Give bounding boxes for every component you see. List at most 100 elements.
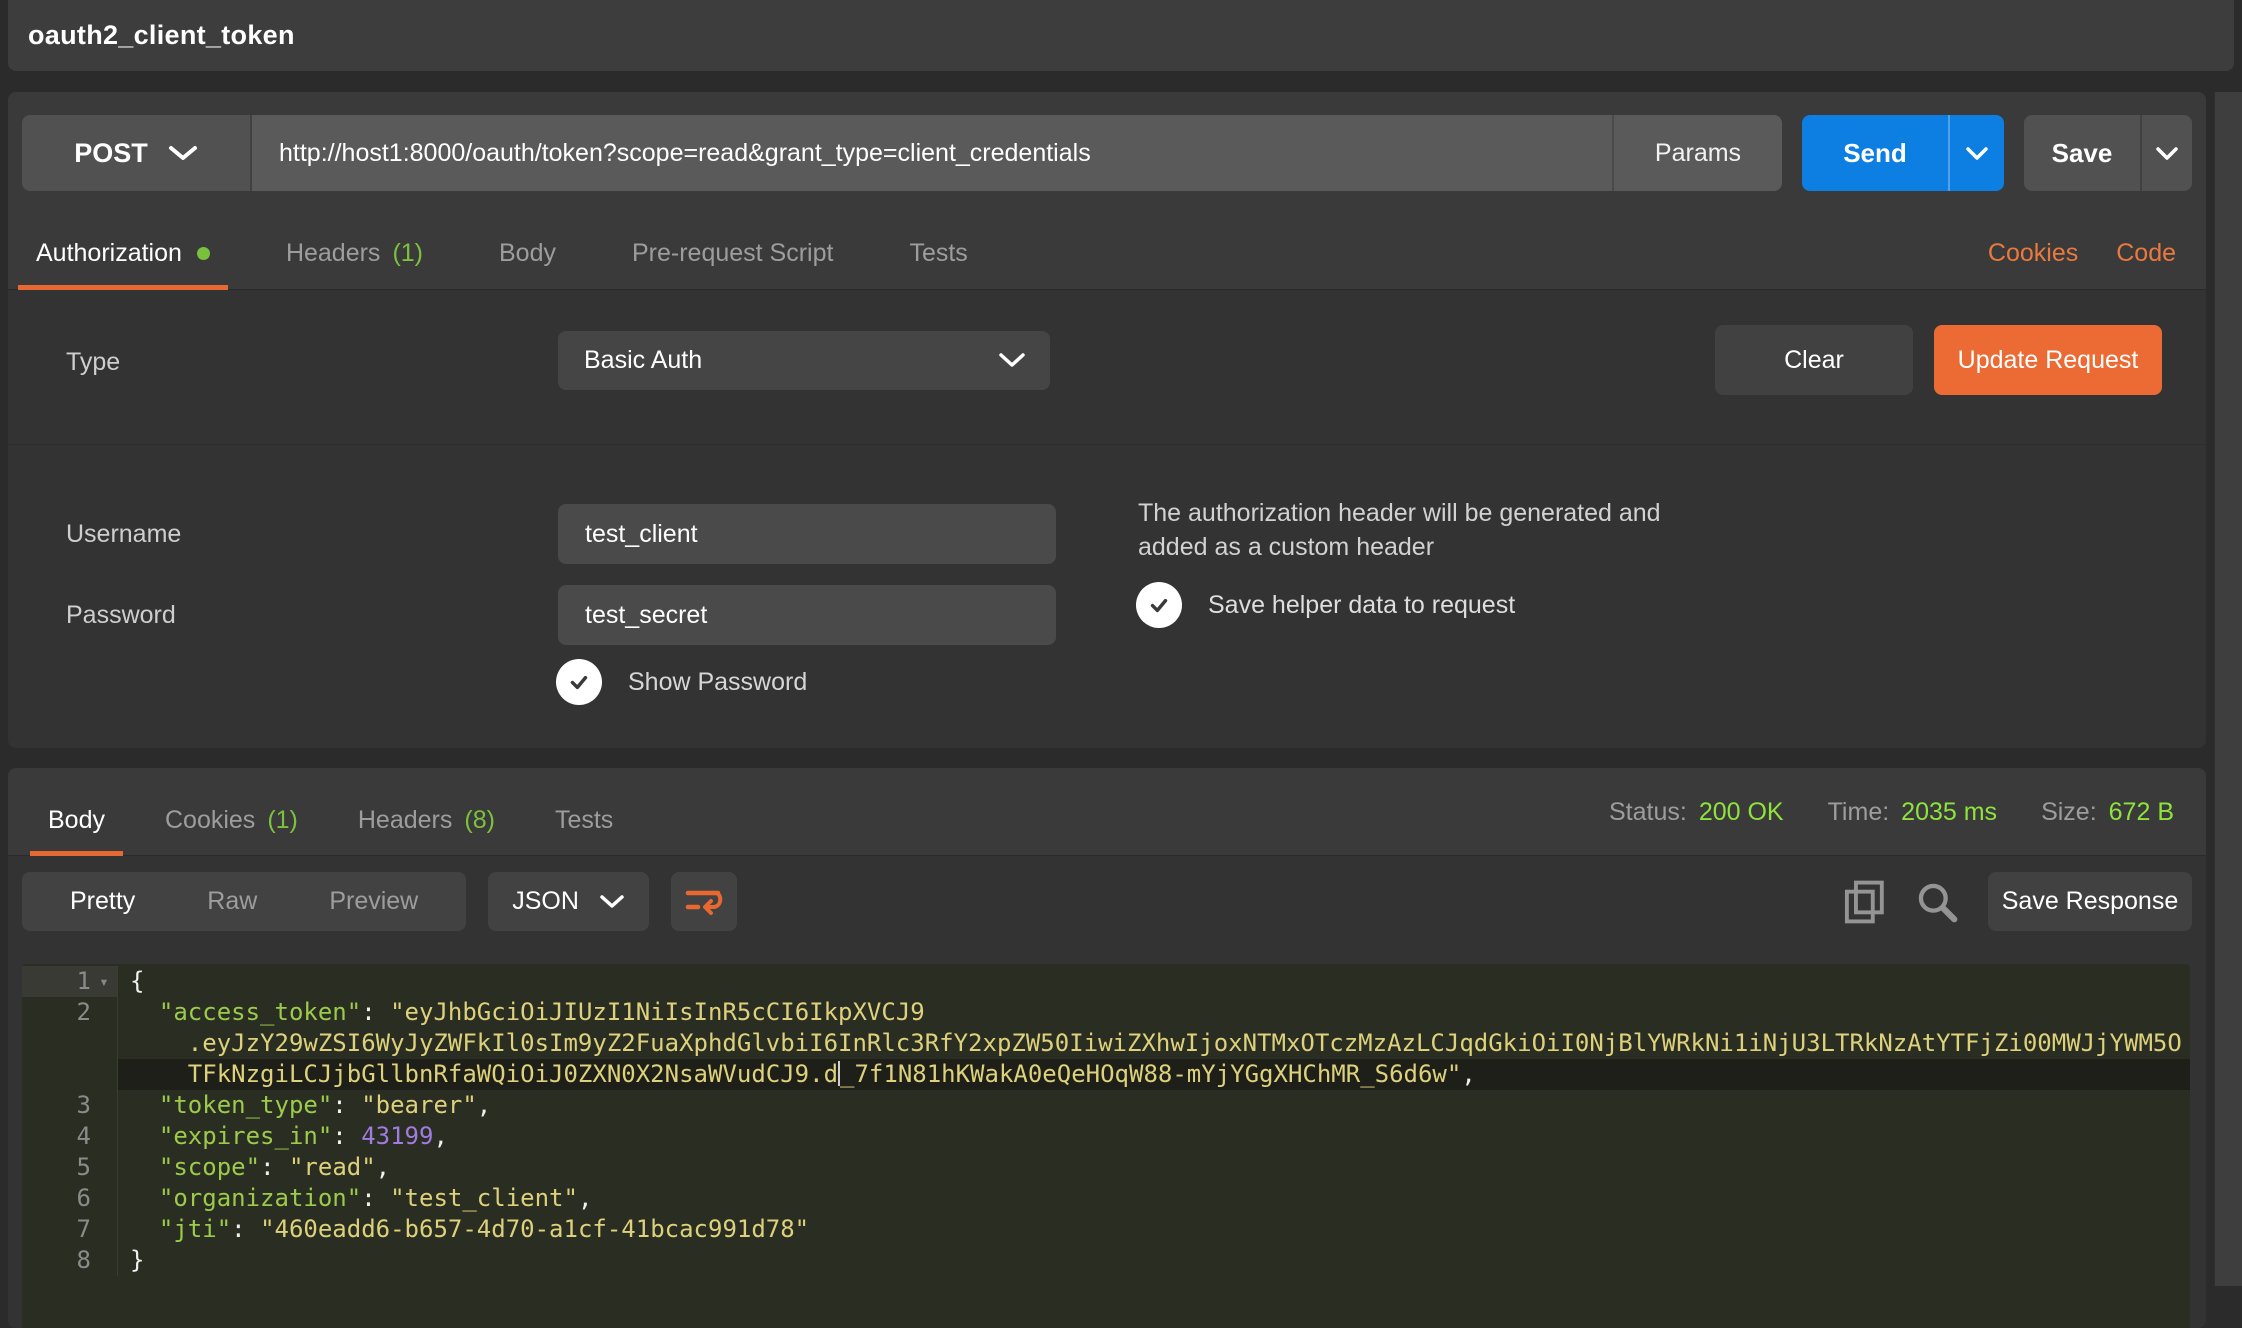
page-scrollbar[interactable] (2214, 92, 2242, 1286)
send-options-button[interactable] (1948, 115, 2004, 191)
code-text[interactable]: { (118, 966, 2190, 997)
tab-label: Cookies (165, 806, 255, 835)
chevron-down-icon (599, 894, 625, 910)
tab-label: Headers (286, 239, 381, 268)
save-options-button[interactable] (2140, 115, 2192, 191)
response-time: Time:2035 ms (1828, 798, 1997, 827)
code-token: "460eadd6-b657-4d70-a1cf-41bcac991d78" (260, 1215, 809, 1243)
save-helper-row: Save helper data to request (1136, 582, 1515, 628)
mode-pretty[interactable]: Pretty (34, 887, 171, 916)
response-status-value: 200 OK (1699, 798, 1784, 827)
url-input[interactable] (252, 138, 1612, 169)
code-text[interactable]: .eyJzY29wZSI6WyJyZWFkIl0sIm9yZ2FuaXphdGl… (118, 1028, 2190, 1059)
line-number-gutter: 2 (22, 997, 118, 1028)
section-divider (8, 444, 2206, 445)
tab-label: Tests (555, 806, 613, 835)
code-token: _7f1N81hKWakA0eQeHOqW88-mYjYGgXHChMR_S6d… (840, 1060, 1461, 1088)
format-dropdown[interactable]: JSON (488, 872, 649, 931)
code-link[interactable]: Code (2116, 239, 2176, 268)
code-text[interactable]: "expires_in": 43199, (118, 1121, 2190, 1152)
line-number: 6 (77, 1183, 91, 1214)
show-password-label: Show Password (628, 668, 807, 697)
save-helper-checkbox[interactable] (1136, 582, 1182, 628)
username-label: Username (66, 520, 181, 549)
code-text[interactable]: "token_type": "bearer", (118, 1090, 2190, 1121)
update-request-button[interactable]: Update Request (1934, 325, 2162, 395)
code-line: TFkNzgiLCJjbGllbnRfaWQiOiJ0ZXN0X2NsaWVud… (22, 1059, 2190, 1090)
fold-caret-icon[interactable]: ▾ (91, 966, 117, 997)
check-icon (566, 669, 592, 695)
response-meta: Status:200 OK Time:2035 ms Size: 672 B (1609, 768, 2174, 856)
save-response-button[interactable]: Save Response (1988, 872, 2192, 931)
tab-body[interactable]: Body (38, 785, 115, 855)
code-token: "test_client" (390, 1184, 578, 1212)
response-top: Body Cookies(1) Headers(8) Tests Status:200… (8, 768, 2206, 856)
code-token: , (433, 1122, 447, 1150)
search-button[interactable] (1916, 881, 1958, 923)
method-label: POST (74, 138, 148, 169)
line-number-gutter: 7 (22, 1214, 118, 1245)
line-number: 3 (77, 1090, 91, 1121)
method-dropdown[interactable]: POST (22, 115, 252, 191)
password-field-wrap (558, 585, 1056, 645)
code-text[interactable]: "organization": "test_client", (118, 1183, 2190, 1214)
params-button[interactable]: Params (1612, 115, 1782, 191)
response-size-label: Size: (2041, 798, 2097, 827)
line-number-gutter (22, 1059, 118, 1090)
request-links: Cookies Code (1988, 217, 2206, 289)
tab-count-badge: (1) (392, 239, 423, 268)
tab-headers[interactable]: Headers (1) (276, 217, 433, 289)
response-time-value: 2035 ms (1901, 798, 1997, 827)
tab-pre-request-script[interactable]: Pre-request Script (622, 217, 843, 289)
code-token: : (260, 1153, 289, 1181)
response-size: Size: 672 B (2041, 798, 2174, 827)
copy-button[interactable] (1844, 880, 1886, 924)
code-text[interactable]: "jti": "460eadd6-b657-4d70-a1cf-41bcac99… (118, 1214, 2190, 1245)
auth-type-dropdown[interactable]: Basic Auth (558, 331, 1050, 390)
code-token (130, 1091, 159, 1119)
tab-label: Body (499, 239, 556, 268)
response-status: Status:200 OK (1609, 798, 1784, 827)
code-line: 2 "access_token": "eyJhbGciOiJIUzI1NiIsI… (22, 997, 2190, 1028)
wrap-text-button[interactable] (671, 872, 737, 931)
code-text[interactable]: "access_token": "eyJhbGciOiJIUzI1NiIsInR… (118, 997, 2190, 1028)
wrap-text-icon (685, 887, 723, 917)
tab-headers[interactable]: Headers(8) (348, 785, 505, 855)
cookies-link[interactable]: Cookies (1988, 239, 2078, 268)
username-input[interactable] (558, 519, 1056, 550)
mode-preview[interactable]: Preview (293, 887, 454, 916)
code-token: : (332, 1091, 361, 1119)
code-token (130, 1184, 159, 1212)
response-body-editor[interactable]: 1▾ {2 "access_token": "eyJhbGciOiJIUzI1Ni… (22, 964, 2190, 1328)
code-token: , (578, 1184, 592, 1212)
response-size-value: 672 B (2109, 798, 2174, 827)
code-token: { (130, 967, 144, 995)
password-input[interactable] (558, 600, 1056, 631)
save-button[interactable]: Save (2024, 115, 2140, 191)
request-builder-panel: POST Params Send Save Author (8, 92, 2206, 748)
code-token (130, 1122, 159, 1150)
tab-cookies[interactable]: Cookies(1) (155, 785, 308, 855)
code-line: 4 "expires_in": 43199, (22, 1121, 2190, 1152)
line-number-gutter: 5 (22, 1152, 118, 1183)
tab-label: Headers (358, 806, 453, 835)
tab-authorization[interactable]: Authorization (26, 217, 220, 289)
chevron-down-icon (2155, 146, 2179, 161)
save-button-group: Save (2024, 115, 2192, 191)
tab-tests[interactable]: Tests (899, 217, 977, 289)
code-text[interactable]: } (118, 1245, 2190, 1276)
code-text[interactable]: TFkNzgiLCJjbGllbnRfaWQiOiJ0ZXN0X2NsaWVud… (118, 1059, 2190, 1090)
line-number-gutter: 3 (22, 1090, 118, 1121)
code-text[interactable]: "scope": "read", (118, 1152, 2190, 1183)
tab-body[interactable]: Body (489, 217, 566, 289)
clear-button[interactable]: Clear (1715, 325, 1913, 395)
tab-tests[interactable]: Tests (545, 785, 623, 855)
code-token: "read" (289, 1153, 376, 1181)
show-password-row: Show Password (556, 659, 807, 705)
tab-label: Body (48, 806, 105, 835)
show-password-checkbox[interactable] (556, 659, 602, 705)
mode-raw[interactable]: Raw (171, 887, 293, 916)
code-line: 6 "organization": "test_client", (22, 1183, 2190, 1214)
line-number: 1 (77, 966, 91, 997)
send-button[interactable]: Send (1802, 115, 1948, 191)
